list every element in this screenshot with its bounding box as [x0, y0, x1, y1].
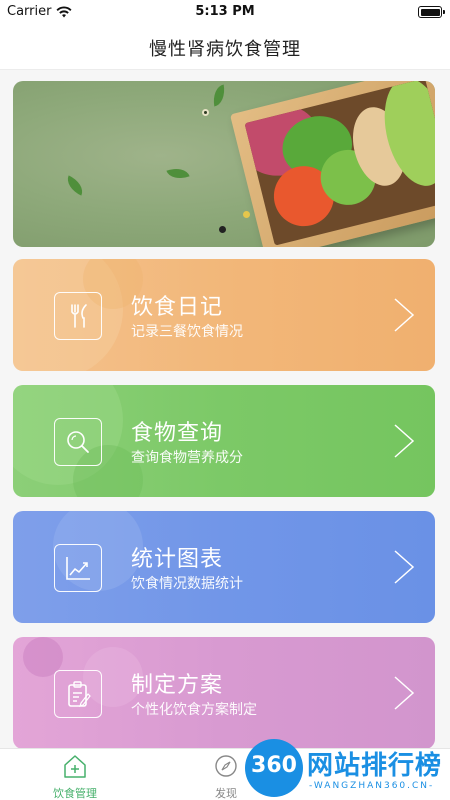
- card-statistics-chart[interactable]: 统计图表 饮食情况数据统计: [13, 511, 435, 623]
- card-subtitle: 个性化饮食方案制定: [131, 702, 257, 718]
- watermark-number: 360: [251, 753, 297, 778]
- clock: 5:13 PM: [195, 4, 255, 19]
- watermark-text: 网站排行榜: [307, 751, 443, 781]
- page-title: 慢性肾病饮食管理: [149, 39, 301, 60]
- compass-icon: [215, 755, 237, 777]
- card-subtitle: 查询食物营养成分: [131, 450, 243, 466]
- status-bar: Carrier 5:13 PM: [0, 0, 450, 24]
- watermark-logo: 360 网站排行榜 -WANGZHAN360.CN-: [243, 737, 450, 800]
- chevron-right-icon: [394, 424, 415, 458]
- seed-decoration: [202, 109, 209, 116]
- chart-icon: [54, 544, 102, 592]
- watermark-subtext: -WANGZHAN360.CN-: [309, 781, 435, 791]
- leaf-decoration: [63, 175, 87, 196]
- banner-image: [13, 81, 435, 247]
- card-subtitle: 饮食情况数据统计: [131, 576, 243, 592]
- tab-diet-management[interactable]: 饮食管理: [35, 753, 115, 800]
- salad-box: [229, 81, 435, 247]
- chevron-right-icon: [394, 676, 415, 710]
- battery-icon: [418, 6, 445, 18]
- card-food-search[interactable]: 食物查询 查询食物营养成分: [13, 385, 435, 497]
- fork-knife-icon: [54, 292, 102, 340]
- chevron-right-icon: [394, 550, 415, 584]
- tab-label: 饮食管理: [53, 787, 97, 800]
- card-title: 食物查询: [131, 421, 224, 446]
- card-diet-plan[interactable]: 制定方案 个性化饮食方案制定: [13, 637, 435, 749]
- clipboard-icon: [54, 670, 102, 718]
- seed-decoration: [219, 226, 226, 233]
- card-title: 制定方案: [131, 673, 224, 698]
- leaf-decoration: [210, 84, 228, 107]
- search-icon: [54, 418, 102, 466]
- chevron-right-icon: [394, 298, 415, 332]
- nav-bar: 慢性肾病饮食管理: [0, 24, 450, 70]
- card-food-diary[interactable]: 饮食日记 记录三餐饮食情况: [13, 259, 435, 371]
- card-subtitle: 记录三餐饮食情况: [131, 324, 243, 340]
- home-plus-icon: [64, 755, 86, 778]
- card-title: 饮食日记: [131, 295, 224, 320]
- leaf-decoration: [166, 163, 190, 184]
- seed-decoration: [243, 211, 250, 218]
- card-title: 统计图表: [131, 547, 224, 572]
